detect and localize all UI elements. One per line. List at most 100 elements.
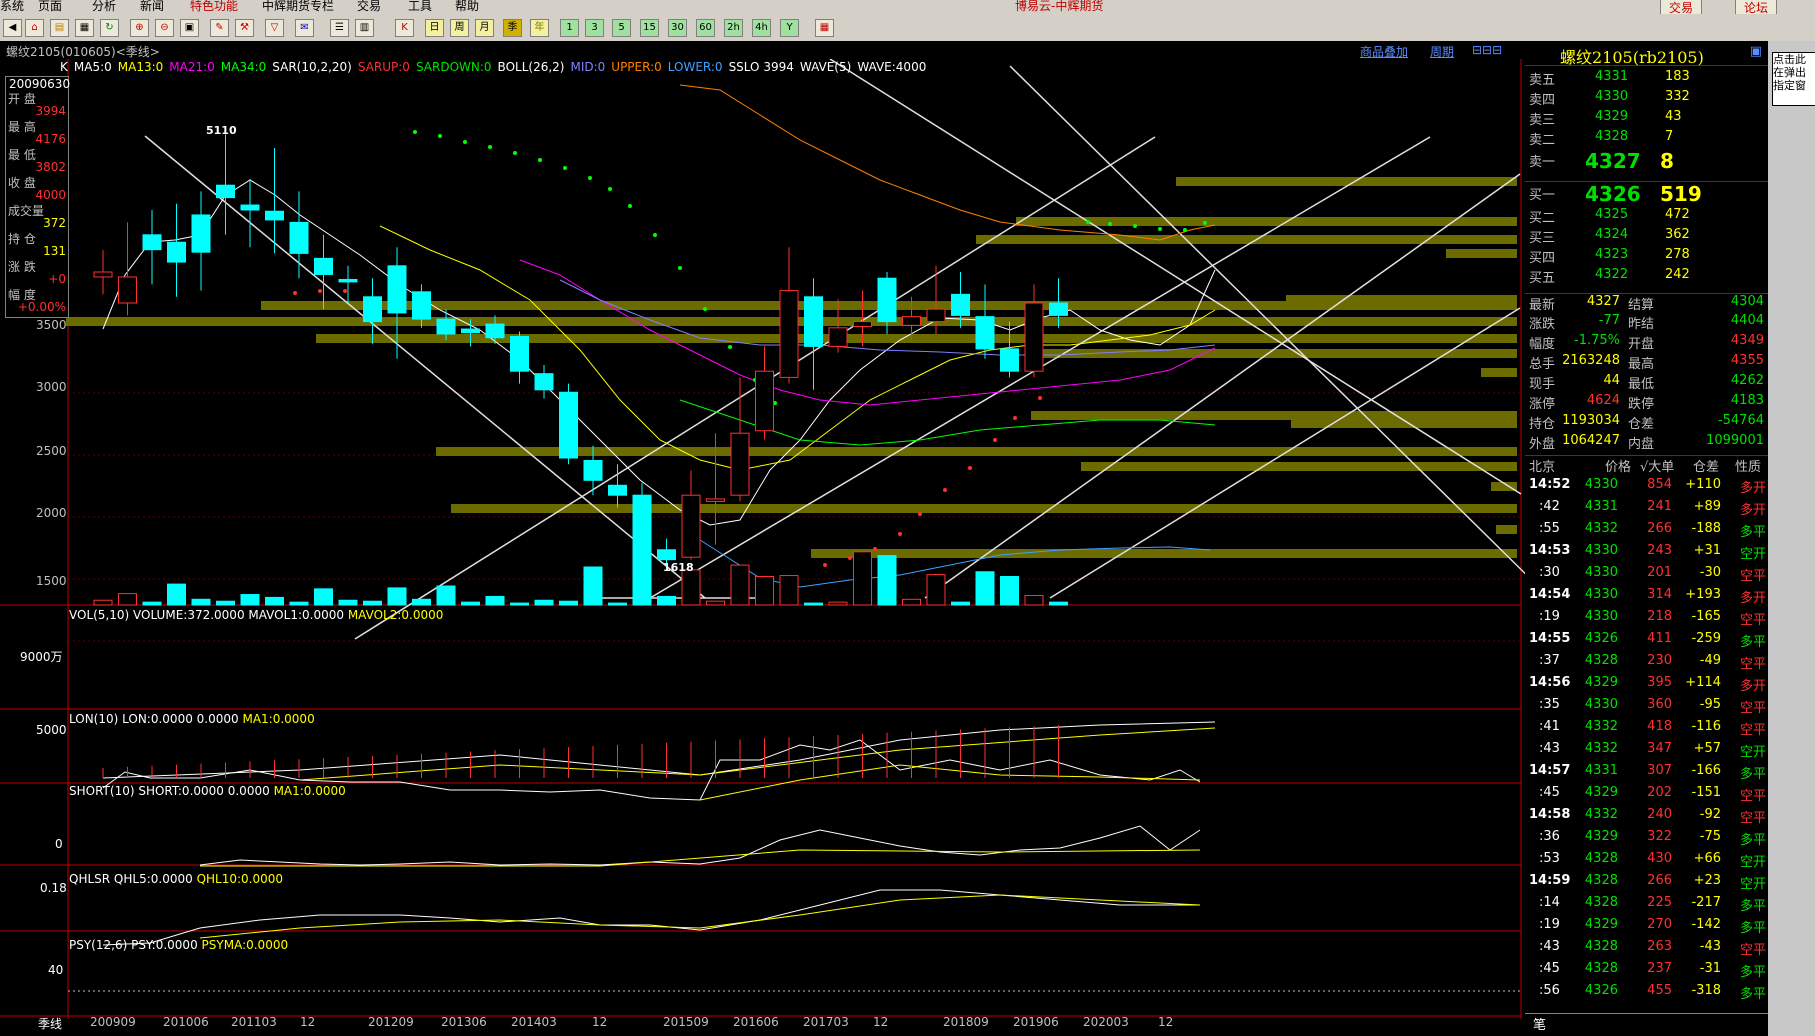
stat-row: 幅度 -1.75% 开盘 4349	[1529, 333, 1764, 352]
popup-hint[interactable]: 点击此在弹出指定窗	[1772, 52, 1815, 106]
period-y-button[interactable]: Y	[780, 19, 799, 37]
period-30-button[interactable]: 30	[668, 19, 687, 37]
menu-analysis[interactable]: 分析	[92, 0, 116, 14]
tick-row: :45 4328 237 -31 多平	[1539, 961, 1766, 980]
period-5-button[interactable]: 5	[612, 19, 631, 37]
menu-news[interactable]: 新闻	[140, 0, 164, 14]
layout-icons[interactable]: ⊟⊟⊟	[1472, 43, 1502, 57]
period-4h-button[interactable]: 4h	[752, 19, 771, 37]
period-15-button[interactable]: 15	[640, 19, 659, 37]
period-60-button[interactable]: 60	[696, 19, 715, 37]
k-icon[interactable]: K	[395, 19, 414, 37]
sar-dot	[1183, 228, 1187, 232]
period-year-button[interactable]: 年	[530, 19, 549, 37]
lon-axis: 5000	[36, 723, 67, 737]
ask-row: 卖二 4328 7	[1529, 129, 1674, 148]
candle-body	[265, 210, 284, 221]
pen-icon[interactable]: ✎	[210, 19, 229, 37]
period-quarter-button[interactable]: 季	[503, 19, 522, 37]
tick-row: 14:53 4330 243 +31 空开	[1529, 543, 1766, 562]
tick-row: 14:57 4331 307 -166 多平	[1529, 763, 1766, 782]
period-3-button[interactable]: 3	[585, 19, 604, 37]
menu-trade[interactable]: 交易	[357, 0, 381, 14]
volume-bar	[338, 599, 358, 606]
period-month-button[interactable]: 月	[475, 19, 494, 37]
lon-line	[102, 721, 1216, 779]
candle-body	[779, 290, 799, 378]
period-2h-button[interactable]: 2h	[724, 19, 743, 37]
tick-row: :35 4330 360 -95 空平	[1539, 697, 1766, 716]
volume-bar	[632, 528, 652, 606]
sar-dot	[823, 563, 827, 567]
menu-broker[interactable]: 中辉期货专栏	[262, 0, 334, 14]
volume-profile-bar	[1016, 217, 1517, 226]
candle-body	[951, 293, 970, 316]
candle-body	[730, 432, 750, 496]
volume-profile-bar	[1496, 525, 1517, 534]
menu-tools[interactable]: 工具	[408, 0, 432, 14]
volume-bar	[755, 576, 774, 606]
filter-icon[interactable]: ▽	[265, 19, 284, 37]
legend-ma13: MA13:0	[117, 60, 164, 74]
volume-profile-bar	[1176, 177, 1517, 186]
tick-row: :30 4330 201 -30 空平	[1539, 565, 1766, 584]
date-tick: 202003	[1083, 1015, 1129, 1029]
home-icon[interactable]: ⌂	[25, 19, 44, 37]
volume-bar	[730, 564, 750, 606]
psy-axis: 40	[48, 963, 64, 977]
period-day-button[interactable]: 日	[425, 19, 444, 37]
volume-bar	[681, 569, 701, 606]
candle-body	[289, 221, 309, 254]
volume-bar	[216, 600, 235, 606]
menu-page[interactable]: 页面	[38, 0, 62, 14]
kline-chart[interactable]	[0, 59, 1525, 1036]
folder-icon[interactable]: ▤	[50, 19, 69, 37]
volume-bar	[289, 601, 309, 606]
menu-help[interactable]: 帮助	[455, 0, 479, 14]
chart-icon[interactable]: ▦	[75, 19, 94, 37]
volume-bar	[534, 599, 554, 606]
candle-body	[681, 494, 701, 558]
period-week-button[interactable]: 周	[450, 19, 469, 37]
legend-sar: SAR(10,2,20)	[272, 60, 352, 74]
refresh-icon[interactable]: ↻	[100, 19, 119, 37]
goods-add-link[interactable]: 商品叠加	[1360, 43, 1408, 60]
table-icon[interactable]: ☰	[330, 19, 349, 37]
back-icon[interactable]: ◀	[3, 19, 22, 37]
period-1-button[interactable]: 1	[560, 19, 579, 37]
date-tick: 12	[1158, 1015, 1174, 1029]
date-tick: 201209	[368, 1015, 414, 1029]
chart-header: 螺纹2105(010605)<季线> 商品叠加 周期 ⊟⊟⊟	[0, 41, 1525, 59]
panel-toggle-icon[interactable]: ▣	[1750, 44, 1762, 59]
zoom-out-icon[interactable]: ⊖	[155, 19, 174, 37]
bar-chart-icon[interactable]: ▥	[355, 19, 374, 37]
volume-bar	[902, 598, 921, 606]
price-tick: 1500	[36, 574, 67, 588]
window-icon[interactable]: ▣	[180, 19, 199, 37]
sar-dot	[488, 145, 492, 149]
legend-upper: UPPER:0	[611, 60, 662, 74]
menu-features[interactable]: 特色功能	[190, 0, 238, 14]
legend-waveval: WAVE:4000	[857, 60, 927, 74]
side-strip	[1768, 41, 1815, 1036]
menu-bar: 系统 页面 分析 新闻 特色功能 中辉期货专栏 交易 工具 帮助 博易云-中辉期…	[0, 0, 1815, 17]
candle-body	[485, 323, 505, 339]
legend-sslo: SSLO 3994	[728, 60, 794, 74]
zoom-in-icon[interactable]: ⊕	[130, 19, 149, 37]
menu-system[interactable]: 系统	[0, 0, 24, 14]
news-icon[interactable]: ✉	[295, 19, 314, 37]
tool-icon[interactable]: ⚒	[235, 19, 254, 37]
volume-bar	[583, 566, 603, 606]
candle-body	[191, 214, 211, 253]
bid-row: 买二 4325 472	[1529, 207, 1690, 226]
legend-ma21: MA21:0	[169, 60, 215, 74]
date-tick: 12	[873, 1015, 889, 1029]
candle-body	[975, 316, 995, 350]
sar-dot	[653, 233, 657, 237]
lon-ma-line	[299, 727, 1216, 781]
period-link[interactable]: 周期	[1430, 43, 1454, 60]
sar-dot	[463, 140, 467, 144]
stat-row: 总手 2163248 最高 4355	[1529, 353, 1764, 372]
volume-profile-bar	[811, 549, 1517, 558]
calculator-icon[interactable]: ▦	[815, 19, 834, 37]
